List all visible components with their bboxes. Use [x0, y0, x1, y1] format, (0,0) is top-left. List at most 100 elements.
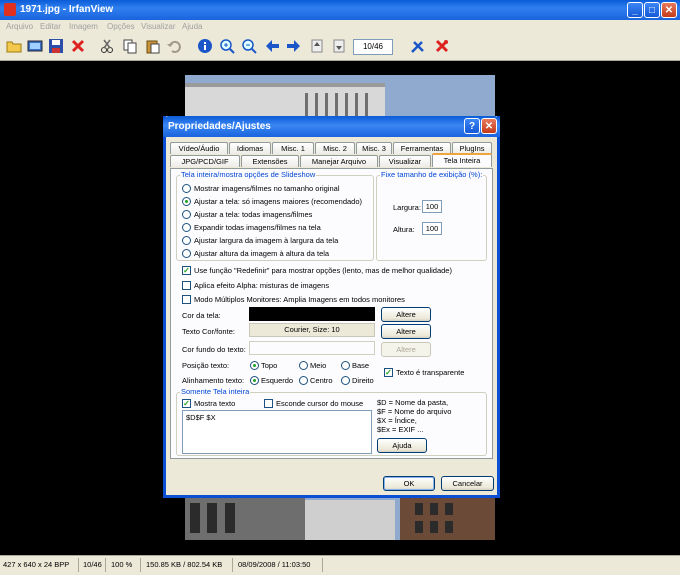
menu-ajuda[interactable]: Ajuda: [182, 22, 202, 31]
close-button[interactable]: ✕: [661, 2, 677, 18]
radio-pos-meio[interactable]: [299, 361, 308, 370]
radio-pos-meio-label: Meio: [310, 361, 327, 370]
radio-fit-height[interactable]: [182, 249, 191, 258]
help-question-button[interactable]: ?: [464, 118, 480, 134]
dialog-titlebar: Propriedades/Ajustes ? ✕: [163, 116, 500, 137]
undo-icon[interactable]: [166, 38, 182, 54]
radio-fit-large[interactable]: [182, 197, 191, 206]
radio-expand-all-label: Expandir todas imagens/filmes na tela: [194, 223, 321, 232]
slideshow-icon[interactable]: [27, 38, 43, 54]
status-filesize: 150.85 KB / 802.54 KB: [146, 560, 223, 569]
paste-icon[interactable]: [145, 38, 161, 54]
page-number-field[interactable]: 10/46: [353, 39, 393, 55]
help-line-4: $Ex = EXIF ...: [377, 425, 424, 434]
text-format-field[interactable]: $D$F $X: [182, 410, 372, 454]
window-titlebar: 1971.jpg - IrfanView _ □ ✕: [0, 0, 680, 20]
tab-manejar-arquivo[interactable]: Manejar Arquivo: [300, 155, 378, 167]
status-zoom: 100 %: [111, 560, 133, 569]
radio-fit-width[interactable]: [182, 236, 191, 245]
cut-icon[interactable]: [99, 38, 115, 54]
altere-font-button[interactable]: Altere: [381, 324, 431, 339]
radio-expand-all[interactable]: [182, 223, 191, 232]
slideshow-group-label: Tela inteira/mostra opções de Slideshow: [180, 170, 317, 179]
radio-align-esquerdo-label: Esquerdo: [261, 376, 294, 385]
menu-imagem[interactable]: Imagem: [69, 22, 98, 31]
checkbox-transparent-label: Texto é transparente: [396, 368, 465, 377]
tab-tela-inteira[interactable]: Tela Inteira: [432, 153, 492, 167]
zoom-in-icon[interactable]: [219, 38, 235, 54]
radio-align-esquerdo[interactable]: [250, 376, 259, 385]
tab-jpg-pcd-gif[interactable]: JPG/PCD/GIF: [170, 155, 240, 167]
radio-fit-large-label: Ajustar a tela: só imagens maiores (reco…: [194, 197, 362, 206]
delete-icon[interactable]: [70, 38, 86, 54]
last-page-icon[interactable]: [331, 38, 347, 54]
maximize-button[interactable]: □: [644, 2, 660, 18]
radio-align-centro-label: Centro: [310, 376, 333, 385]
ajuda-button[interactable]: Ajuda: [377, 438, 427, 453]
first-page-icon[interactable]: [309, 38, 325, 54]
tab-extensoes[interactable]: Extensões: [241, 155, 299, 167]
altura-field[interactable]: 100: [422, 222, 442, 235]
radio-pos-base-label: Base: [352, 361, 370, 370]
zoom-out-icon[interactable]: [241, 38, 257, 54]
radio-pos-topo[interactable]: [250, 361, 259, 370]
help-line-2: $F = Nome do arquivo: [377, 407, 452, 416]
status-bar: 427 x 640 x 24 BPP 10/46 100 % 150.85 KB…: [0, 555, 680, 575]
menu-editar[interactable]: Editar: [40, 22, 61, 31]
altura-label: Altura:: [393, 225, 415, 234]
checkbox-multi-monitor[interactable]: [182, 295, 191, 304]
radio-fit-all-label: Ajustar a tela: todas imagens/filmes: [194, 210, 313, 219]
display-size-group-label: Fixe tamanho de exibição (%):: [380, 170, 484, 179]
irfanview-app-icon: [4, 3, 16, 16]
checkbox-show-text[interactable]: ✓: [182, 399, 191, 408]
next-arrow-icon[interactable]: [286, 38, 302, 54]
previous-arrow-icon[interactable]: [264, 38, 280, 54]
radio-original-size[interactable]: [182, 184, 191, 193]
ok-button[interactable]: OK: [383, 476, 435, 491]
menu-visualizar[interactable]: Visualizar: [141, 22, 176, 31]
radio-original-size-label: Mostrar imagens/filmes no tamanho origin…: [194, 184, 340, 193]
checkbox-hide-cursor-label: Esconde cursor do mouse: [276, 399, 364, 408]
fullscreen-only-label: Somente Tela inteira: [180, 387, 251, 396]
copy-icon[interactable]: [122, 38, 138, 54]
altere-text-bg-button[interactable]: Altere: [381, 342, 431, 357]
info-icon[interactable]: [197, 38, 213, 54]
open-folder-icon[interactable]: [6, 38, 22, 54]
tab-visualizar[interactable]: Visualizar: [379, 155, 431, 167]
status-datetime: 08/09/2008 / 11:03:50: [238, 560, 311, 569]
menu-arquivo[interactable]: Arquivo: [6, 22, 33, 31]
checkbox-alpha-label: Aplica efeito Alpha: misturas de imagens: [194, 281, 330, 290]
radio-fit-height-label: Ajustar altura da imagem à altura da tel…: [194, 249, 330, 258]
save-icon[interactable]: [48, 38, 64, 54]
checkbox-alpha[interactable]: [182, 281, 191, 290]
menu-opcoes[interactable]: Opções: [107, 22, 135, 31]
cor-fundo-label: Cor fundo do texto:: [182, 345, 246, 354]
radio-pos-base[interactable]: [341, 361, 350, 370]
minimize-button[interactable]: _: [627, 2, 643, 18]
checkbox-redefine-label: Use função "Redefinir" para mostrar opçõ…: [194, 266, 452, 275]
radio-align-direito[interactable]: [341, 376, 350, 385]
radio-fit-all[interactable]: [182, 210, 191, 219]
tab-misc2[interactable]: Misc. 2: [315, 142, 355, 154]
largura-label: Largura:: [393, 203, 421, 212]
texto-cor-label: Texto Cor/fonte:: [182, 327, 235, 336]
dialog-close-button[interactable]: ✕: [481, 118, 497, 134]
menu-bar: Arquivo Editar Imagem Opções Visualizar …: [0, 20, 680, 34]
tab-video-audio[interactable]: Vídeo/Áudio: [170, 142, 228, 154]
tools-icon[interactable]: [410, 38, 426, 54]
radio-align-centro[interactable]: [299, 376, 308, 385]
largura-field[interactable]: 100: [422, 200, 442, 213]
checkbox-multi-monitor-label: Modo Múltiplos Monitores: Amplia Imagens…: [194, 295, 405, 304]
checkbox-transparent[interactable]: ✓: [384, 368, 393, 377]
checkbox-redefine[interactable]: ✓: [182, 266, 191, 275]
checkbox-hide-cursor[interactable]: [264, 399, 273, 408]
tab-misc1[interactable]: Misc. 1: [272, 142, 314, 154]
altere-screen-color-button[interactable]: Altere: [381, 307, 431, 322]
text-bg-color-swatch: [249, 341, 375, 355]
tab-misc3[interactable]: Misc. 3: [356, 142, 392, 154]
tab-idiomas[interactable]: Idiomas: [229, 142, 271, 154]
exit-icon[interactable]: [434, 38, 450, 54]
radio-pos-topo-label: Topo: [261, 361, 278, 370]
window-title: 1971.jpg - IrfanView: [20, 4, 114, 15]
cancel-button[interactable]: Cancelar: [441, 476, 494, 491]
